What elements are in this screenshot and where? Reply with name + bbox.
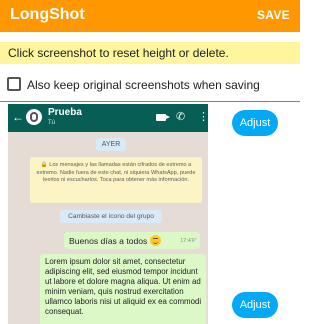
keep-originals-label[interactable]: Also keep original screenshots when savi… xyxy=(27,78,260,92)
divider xyxy=(0,101,300,102)
adjust-button-top[interactable]: Adjust xyxy=(232,110,278,136)
message-bubble: Buenos días a todos 17:47 ✓ xyxy=(64,232,200,249)
phone-icon: ✆ xyxy=(176,111,186,123)
more-options-icon: ⋮ xyxy=(198,111,208,123)
chat-name: Prueba xyxy=(48,107,82,118)
keep-originals-option[interactable]: Also keep original screenshots when savi… xyxy=(0,74,300,98)
chat-header: ← Prueba Tú ✆ ⋮ xyxy=(8,104,208,132)
app-title: LongShot xyxy=(10,6,85,23)
hint-text: Click screenshot to reset height or dele… xyxy=(8,46,229,60)
encryption-notice: 🔒 Los mensajes y las llamadas están cifr… xyxy=(30,157,202,203)
message-text: Buenos días a todos xyxy=(69,235,162,246)
keep-originals-checkbox[interactable] xyxy=(7,77,21,91)
date-label: AYER xyxy=(96,138,126,151)
group-avatar-icon xyxy=(26,109,42,125)
hint-banner: Click screenshot to reset height or dele… xyxy=(0,42,300,64)
chat-subtitle: Tú xyxy=(48,120,56,126)
message-text: Lorem ipsum dolor sit amet, consectetur … xyxy=(45,257,202,316)
smiley-emoji-icon xyxy=(150,235,162,246)
message-bubble: Lorem ipsum dolor sit amet, consectetur … xyxy=(40,254,206,324)
system-message: Cambiaste el ícono del grupo xyxy=(60,210,162,223)
app-bar: LongShot SAVE xyxy=(0,0,300,32)
adjust-button-bottom[interactable]: Adjust xyxy=(232,292,278,318)
screenshot-preview[interactable]: ← Prueba Tú ✆ ⋮ AYER 🔒 Los mensajes y la… xyxy=(8,104,208,324)
back-arrow-icon: ← xyxy=(12,110,24,124)
sent-check-icon: ✓ xyxy=(192,237,198,244)
save-button[interactable]: SAVE xyxy=(257,8,290,22)
video-call-icon xyxy=(156,114,170,121)
